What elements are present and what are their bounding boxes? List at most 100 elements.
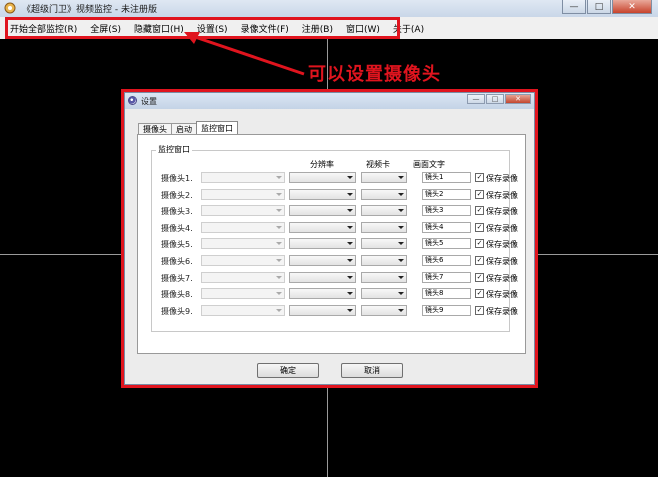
camera-source-combo[interactable]	[201, 304, 285, 316]
save-recording-checkbox[interactable]: ✓	[475, 222, 484, 232]
dialog-close-button[interactable]: ✕	[505, 94, 531, 104]
group-label: 监控窗口	[156, 144, 192, 155]
save-recording-label: 保存录像	[486, 240, 518, 250]
save-recording-checkbox[interactable]: ✓	[475, 239, 484, 249]
tab-strip: 摄像头 启动 监控窗口	[138, 121, 238, 135]
tab-panel-monitor-window: 监控窗口 分辨率 视频卡 画面文字 摄像头1. 镜头1 ✓ 保存录像 摄像头2. 镜头2 ✓…	[137, 134, 526, 354]
resolution-combo[interactable]	[289, 188, 356, 200]
video-card-combo[interactable]	[361, 304, 407, 316]
caption-text-field[interactable]: 镜头3	[422, 205, 471, 217]
camera-source-combo[interactable]	[201, 288, 285, 300]
caption-text-field[interactable]: 镜头8	[422, 288, 471, 300]
dialog-maximize-button[interactable]: □	[486, 94, 504, 104]
save-recording-label: 保存录像	[486, 306, 518, 316]
camera-source-combo[interactable]	[201, 172, 285, 183]
resolution-combo[interactable]	[289, 271, 356, 283]
dropdown-arrow-icon	[347, 176, 353, 179]
dropdown-arrow-icon	[276, 192, 282, 196]
video-card-combo[interactable]	[361, 271, 407, 283]
video-card-combo[interactable]	[361, 172, 407, 183]
save-recording-checkbox[interactable]: ✓	[475, 289, 484, 299]
close-button[interactable]: ✕	[612, 0, 652, 14]
column-header-video-card: 视频卡	[366, 160, 390, 169]
save-recording-label: 保存录像	[486, 207, 518, 217]
camera-row: 摄像头9. 镜头9 ✓ 保存录像	[138, 304, 527, 317]
resolution-combo[interactable]	[289, 288, 356, 300]
dropdown-arrow-icon	[276, 242, 282, 246]
caption-text-field[interactable]: 镜头9	[422, 304, 471, 316]
dropdown-arrow-icon	[398, 225, 404, 229]
video-card-combo[interactable]	[361, 188, 407, 200]
minimize-button[interactable]: —	[562, 0, 586, 14]
window-titlebar: 《超级门卫》视频监控 - 未注册版 — □ ✕	[0, 0, 658, 17]
resolution-combo[interactable]	[289, 255, 356, 266]
save-recording-label: 保存录像	[486, 257, 518, 266]
caption-text-field[interactable]: 镜头4	[422, 221, 471, 233]
caption-text-field[interactable]: 镜头2	[422, 188, 471, 200]
window-title: 《超级门卫》视频监控 - 未注册版	[22, 5, 157, 15]
dropdown-arrow-icon	[398, 176, 404, 179]
dropdown-arrow-icon	[347, 225, 353, 229]
camera-row-label: 摄像头5.	[161, 240, 193, 250]
video-card-combo[interactable]	[361, 221, 407, 233]
caption-text-field[interactable]: 镜头7	[422, 271, 471, 283]
tab-monitor-window[interactable]: 监控窗口	[196, 121, 238, 135]
save-recording-checkbox[interactable]: ✓	[475, 256, 484, 265]
camera-source-combo[interactable]	[201, 255, 285, 266]
resolution-combo[interactable]	[289, 238, 356, 250]
save-recording-checkbox[interactable]: ✓	[475, 206, 484, 216]
camera-source-combo[interactable]	[201, 221, 285, 233]
dropdown-arrow-icon	[398, 292, 404, 296]
dropdown-arrow-icon	[398, 242, 404, 246]
camera-row: 摄像头4. 镜头4 ✓ 保存录像	[138, 221, 527, 234]
save-recording-label: 保存录像	[486, 174, 518, 183]
camera-row: 摄像头2. 镜头2 ✓ 保存录像	[138, 188, 527, 201]
dialog-minimize-button[interactable]: —	[467, 94, 485, 104]
video-card-combo[interactable]	[361, 238, 407, 250]
video-card-combo[interactable]	[361, 205, 407, 217]
camera-row: 摄像头5. 镜头5 ✓ 保存录像	[138, 238, 527, 250]
video-card-combo[interactable]	[361, 288, 407, 300]
annotation-text: 可以设置摄像头	[308, 64, 441, 85]
resolution-combo[interactable]	[289, 304, 356, 316]
column-header-caption: 画面文字	[413, 160, 445, 169]
dialog-titlebar: 设置 — □ ✕	[125, 93, 534, 109]
dropdown-arrow-icon	[347, 259, 353, 262]
ok-button[interactable]: 确定	[257, 363, 319, 378]
camera-row: 摄像头6. 镜头6 ✓ 保存录像	[138, 255, 527, 267]
dropdown-arrow-icon	[276, 209, 282, 213]
camera-source-combo[interactable]	[201, 188, 285, 200]
camera-row-label: 摄像头6.	[161, 257, 193, 266]
resolution-combo[interactable]	[289, 172, 356, 183]
caption-text-field[interactable]: 镜头5	[422, 238, 471, 250]
dropdown-arrow-icon	[398, 308, 404, 312]
camera-source-combo[interactable]	[201, 205, 285, 217]
dropdown-arrow-icon	[276, 275, 282, 279]
dropdown-arrow-icon	[276, 225, 282, 229]
annotation-arrow-icon	[184, 32, 305, 76]
save-recording-checkbox[interactable]: ✓	[475, 189, 484, 199]
save-recording-label: 保存录像	[486, 273, 518, 283]
camera-row: 摄像头7. 镜头7 ✓ 保存录像	[138, 271, 527, 284]
caption-text-field[interactable]: 镜头6	[422, 255, 471, 266]
video-card-combo[interactable]	[361, 255, 407, 266]
cancel-button[interactable]: 取消	[341, 363, 403, 378]
maximize-button[interactable]: □	[587, 0, 611, 14]
dropdown-arrow-icon	[347, 308, 353, 312]
save-recording-checkbox[interactable]: ✓	[475, 272, 484, 282]
dropdown-arrow-icon	[347, 192, 353, 196]
camera-source-combo[interactable]	[201, 271, 285, 283]
caption-text-field[interactable]: 镜头1	[422, 172, 471, 183]
resolution-combo[interactable]	[289, 221, 356, 233]
camera-row: 摄像头3. 镜头3 ✓ 保存录像	[138, 205, 527, 217]
dropdown-arrow-icon	[398, 275, 404, 279]
camera-row-label: 摄像头7.	[161, 273, 193, 283]
camera-source-combo[interactable]	[201, 238, 285, 250]
dropdown-arrow-icon	[276, 176, 282, 179]
resolution-combo[interactable]	[289, 205, 356, 217]
camera-row-label: 摄像头4.	[161, 223, 193, 233]
save-recording-checkbox[interactable]: ✓	[475, 305, 484, 315]
save-recording-checkbox[interactable]: ✓	[475, 173, 484, 182]
dropdown-arrow-icon	[398, 209, 404, 213]
save-recording-label: 保存录像	[486, 223, 518, 233]
